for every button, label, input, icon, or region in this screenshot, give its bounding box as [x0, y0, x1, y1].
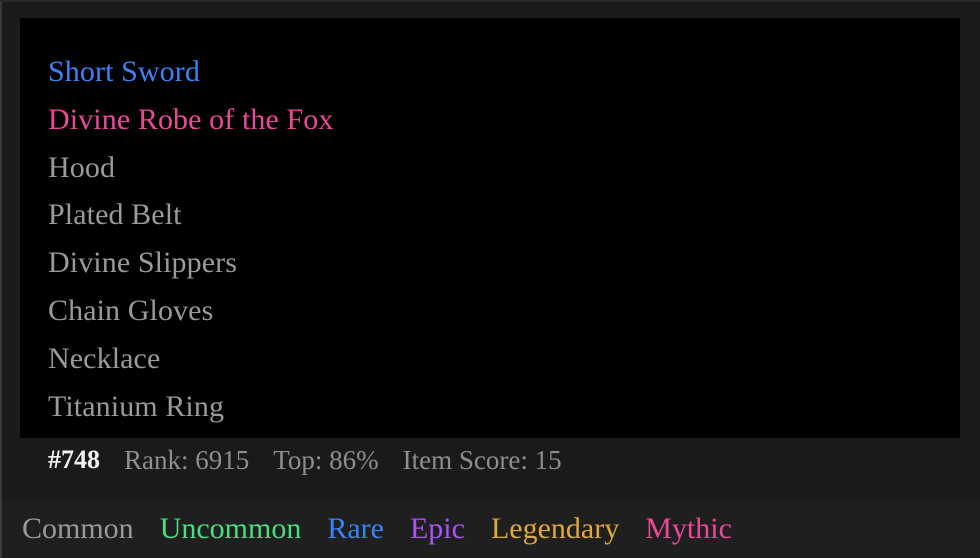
loot-stats-bar: #748 Rank: 6915 Top: 86% Item Score: 15: [20, 438, 960, 482]
legend-entry-rare: Rare: [327, 512, 384, 545]
loot-item-rare: Short Sword: [48, 55, 200, 88]
legend-entry-mythic: Mythic: [645, 512, 732, 545]
loot-bag-card: Short Sword Divine Robe of the Fox Hood Pla…: [0, 0, 980, 558]
loot-item-common: Chain Gloves: [48, 293, 214, 327]
stat-token-id: #748: [48, 445, 100, 474]
legend-entry-epic: Epic: [409, 512, 465, 545]
loot-item-common: Titanium Ring: [48, 389, 225, 423]
stat-top-percent: Top: 86%: [273, 444, 379, 475]
loot-item-mythic: Divine Robe of the Fox: [48, 102, 334, 136]
loot-item-common: Plated Belt: [48, 198, 182, 232]
legend-entry-legendary: Legendary: [490, 512, 620, 545]
loot-item-common: Necklace: [48, 341, 161, 375]
legend-entry-common: Common: [22, 512, 134, 545]
rarity-legend: Common Uncommon Rare Epic Legendary Mythic: [0, 500, 980, 558]
legend-entry-uncommon: Uncommon: [159, 512, 302, 545]
stat-item-score: Item Score: 15: [402, 444, 562, 475]
loot-item-panel: Short Sword Divine Robe of the Fox Hood Pla…: [20, 18, 960, 482]
loot-item-common: Divine Slippers: [48, 246, 237, 280]
loot-item-list: Short Sword Divine Robe of the Fox Hood Pla…: [20, 18, 960, 430]
stat-rank: Rank: 6915: [124, 444, 250, 475]
loot-item-common: Hood: [48, 150, 116, 184]
